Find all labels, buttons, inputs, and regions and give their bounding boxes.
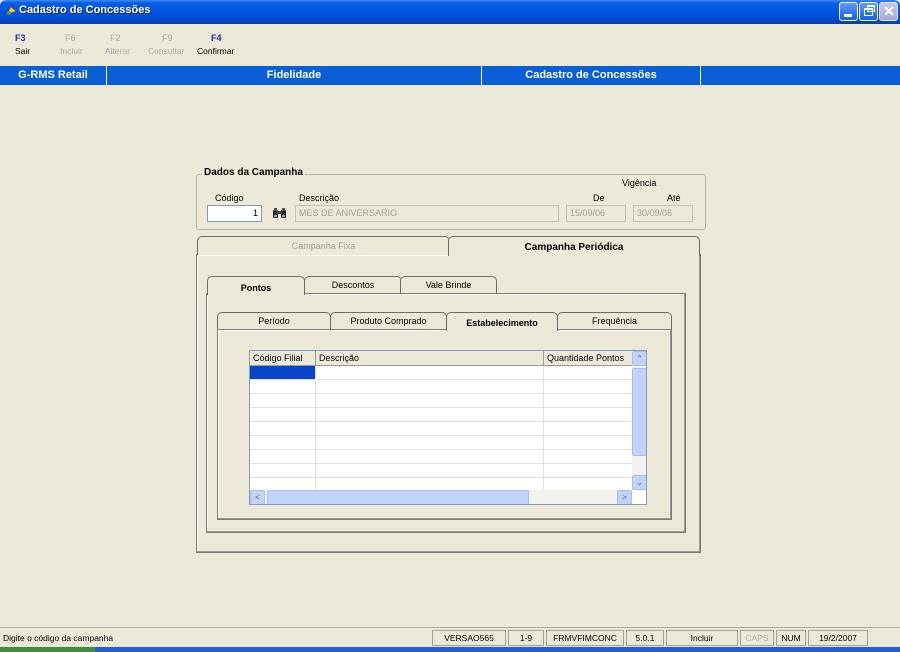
module-name: Fidelidade xyxy=(266,69,322,81)
table-row[interactable] xyxy=(250,422,632,436)
table-row[interactable] xyxy=(250,408,632,422)
status-build: 5.0.1 xyxy=(626,630,664,646)
codigo-field[interactable]: 1 xyxy=(207,205,262,222)
minimize-button[interactable] xyxy=(839,2,858,21)
tab-vale-brinde[interactable]: Vale Brinde xyxy=(400,276,497,293)
column-header-quantidade-pontos[interactable]: Quantidade Pontos xyxy=(544,351,632,366)
title-bar: Cadastro de Concessões ✕ xyxy=(0,0,900,24)
window-title: Cadastro de Concessões xyxy=(19,4,151,16)
fkey-code: F4 xyxy=(211,33,222,43)
minimize-icon xyxy=(844,14,852,17)
confirmar-button[interactable]: F4 Confirmar xyxy=(197,33,234,56)
consultar-button[interactable]: F9 Consultar xyxy=(148,33,184,56)
table-row[interactable] xyxy=(250,380,632,394)
tab-descontos[interactable]: Descontos xyxy=(304,276,402,293)
sair-button[interactable]: F3 Sair xyxy=(15,33,30,56)
column-header-descricao[interactable]: Descrição xyxy=(316,351,544,366)
status-date: 19/2/2007 xyxy=(808,630,868,646)
taskbar-strip xyxy=(0,647,900,652)
tab-campanha-fixa[interactable]: Campanha Fixa xyxy=(197,236,450,255)
scroll-up-button[interactable]: ⌃ xyxy=(632,351,646,366)
status-form: FRMVFIMCONC xyxy=(546,630,624,646)
status-message: Digite o código da campanha xyxy=(3,633,114,643)
screen-name: Cadastro de Concessões xyxy=(525,69,657,81)
app-name: G-RMS Retail xyxy=(18,69,88,81)
tab-estabelecimento[interactable]: Estabelecimento xyxy=(446,312,558,331)
status-record: 1-9 xyxy=(508,630,544,646)
tab-pontos[interactable]: Pontos xyxy=(207,276,305,295)
status-num: NUM xyxy=(776,630,806,646)
grid-header: Código Filial Descrição Quantidade Ponto… xyxy=(250,351,632,366)
header-divider xyxy=(700,66,701,85)
table-row[interactable] xyxy=(250,464,632,478)
search-lookup-button[interactable] xyxy=(271,205,288,222)
vertical-scroll-thumb[interactable] xyxy=(632,368,646,456)
scroll-right-button[interactable]: > xyxy=(617,490,632,504)
de-label: De xyxy=(593,193,605,203)
incluir-button[interactable]: F6 Incluir xyxy=(60,33,83,56)
table-row[interactable] xyxy=(250,366,632,380)
close-icon: ✕ xyxy=(883,3,895,19)
codigo-label: Código xyxy=(215,193,244,203)
fkey-label: Alterar xyxy=(105,46,131,56)
scroll-down-button[interactable]: ⌄ xyxy=(632,475,646,490)
scroll-left-button[interactable]: < xyxy=(250,490,265,504)
table-row[interactable] xyxy=(250,394,632,408)
status-bar: Digite o código da campanha VERSAO565 1-… xyxy=(0,627,900,646)
binoculars-icon xyxy=(273,208,286,218)
descricao-label: Descrição xyxy=(299,193,340,203)
fkey-label: Confirmar xyxy=(197,46,235,56)
vigencia-de-field[interactable]: 15/09/06 xyxy=(566,205,626,222)
tab-produto-comprado[interactable]: Produto Comprado xyxy=(330,312,447,329)
fkey-label: Sair xyxy=(15,46,31,56)
status-mode: Incluir xyxy=(666,630,738,646)
campanha-group-title: Dados da Campanha xyxy=(202,167,305,178)
table-row[interactable] xyxy=(250,436,632,450)
fkey-code: F2 xyxy=(110,33,121,43)
alterar-button[interactable]: F2 Alterar xyxy=(105,33,130,56)
horizontal-scrollbar[interactable]: < > xyxy=(250,490,632,504)
restore-button[interactable] xyxy=(859,2,878,21)
establishment-grid[interactable]: Código Filial Descrição Quantidade Ponto… xyxy=(249,350,647,505)
fkey-code: F3 xyxy=(15,33,26,43)
selected-cell[interactable] xyxy=(250,366,315,379)
vigencia-ate-field[interactable]: 30/09/06 xyxy=(633,205,693,222)
tab-frequencia[interactable]: Frequência xyxy=(557,312,672,329)
fkey-code: F9 xyxy=(162,33,173,43)
app-icon xyxy=(5,6,17,16)
tab-campanha-periodica[interactable]: Campanha Periódica xyxy=(448,236,700,256)
restore-icon-front xyxy=(864,8,873,16)
fkey-code: F6 xyxy=(65,33,76,43)
tab-periodo[interactable]: Período xyxy=(217,312,331,329)
close-button[interactable]: ✕ xyxy=(879,2,898,21)
status-caps: CAPS xyxy=(740,630,774,646)
status-version: VERSAO565 xyxy=(432,630,506,646)
fkey-label: Consultar xyxy=(148,46,185,56)
module-header: G-RMS Retail Fidelidade Cadastro de Conc… xyxy=(0,66,900,85)
column-header-codigo-filial[interactable]: Código Filial xyxy=(250,351,316,366)
horizontal-scroll-thumb[interactable] xyxy=(267,490,529,504)
fkey-label: Incluir xyxy=(60,46,83,56)
ate-label: Até xyxy=(667,193,681,203)
vertical-scrollbar[interactable]: ⌃ ⌄ xyxy=(632,351,646,490)
vigencia-label: Vigência xyxy=(622,178,657,188)
descricao-field[interactable]: MES DE ANIVERSARIO xyxy=(295,205,559,222)
table-row[interactable] xyxy=(250,450,632,464)
